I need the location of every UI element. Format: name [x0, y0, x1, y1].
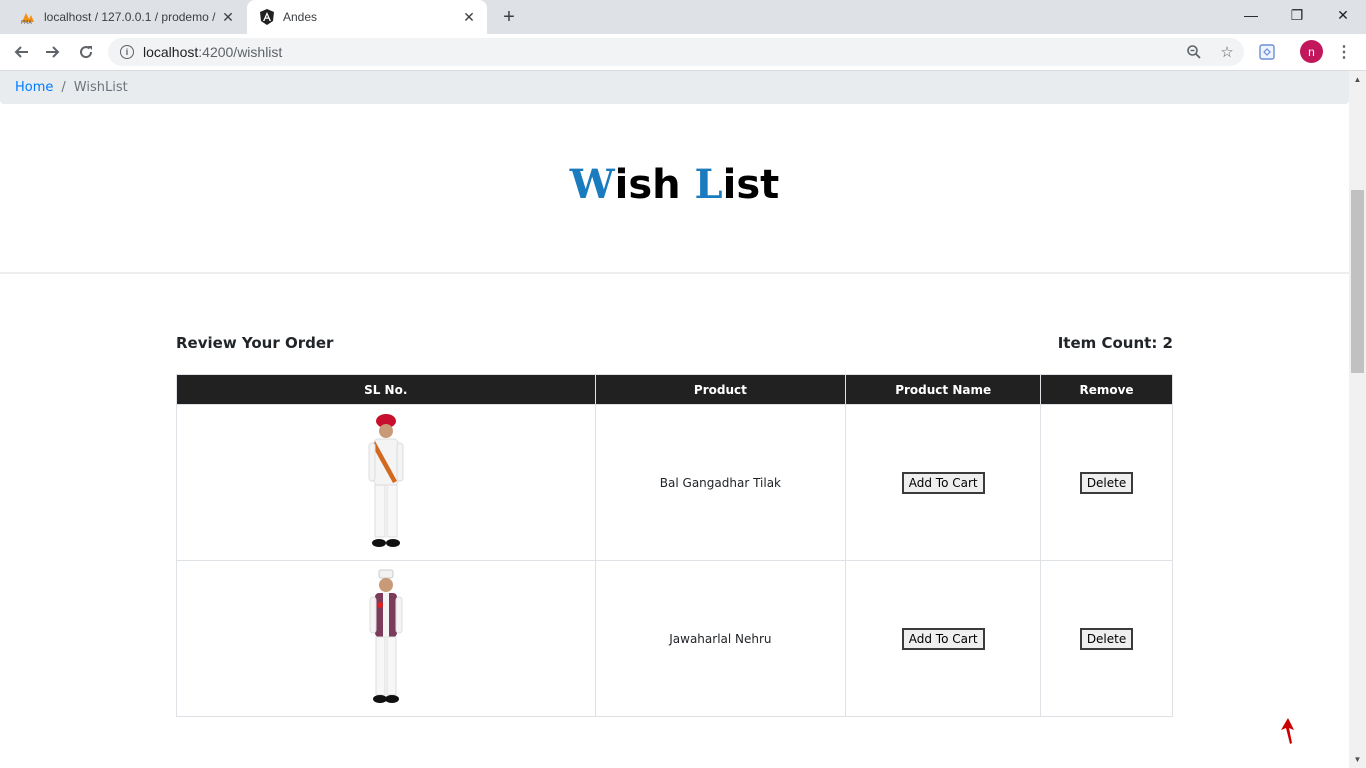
- window-close-icon[interactable]: ✕: [1320, 0, 1366, 30]
- tab-title: Andes: [283, 10, 318, 24]
- reload-icon[interactable]: [73, 39, 99, 65]
- profile-avatar[interactable]: n: [1300, 40, 1323, 63]
- back-icon[interactable]: [8, 39, 34, 65]
- add-to-cart-button[interactable]: Add To Cart: [901, 627, 985, 650]
- breadcrumb-home-link[interactable]: Home: [15, 80, 53, 95]
- breadcrumb: Home / WishList: [0, 71, 1349, 104]
- title-word-rest: ish: [614, 162, 695, 208]
- delete-button[interactable]: Delete: [1079, 627, 1134, 650]
- new-tab-icon[interactable]: +: [498, 6, 520, 28]
- info-icon[interactable]: i: [120, 45, 134, 59]
- title-word-rest: ist: [722, 162, 780, 208]
- column-header: Product Name: [845, 374, 1042, 405]
- remove-cell: Delete: [1040, 404, 1173, 561]
- tab-strip: PMA localhost / 127.0.0.1 / prodemo / ✕ …: [0, 0, 1366, 34]
- delete-button[interactable]: Delete: [1079, 471, 1134, 494]
- vertical-scrollbar[interactable]: ▲ ▼: [1349, 71, 1366, 768]
- product-name-cell: Bal Gangadhar Tilak: [594, 404, 847, 561]
- breadcrumb-separator: /: [61, 80, 66, 95]
- section-divider: [0, 272, 1349, 274]
- product-image-cell: [176, 404, 596, 561]
- restore-icon[interactable]: ❐: [1274, 0, 1320, 30]
- forward-icon[interactable]: [40, 39, 66, 65]
- review-order-title: Review Your Order: [176, 334, 334, 352]
- item-count: Item Count: 2: [1057, 334, 1173, 352]
- column-header: Product: [594, 374, 847, 405]
- title-initial-l: L: [694, 161, 723, 208]
- column-header: SL No.: [176, 374, 596, 405]
- table-row: Jawaharlal Nehru Add To Cart Delete: [176, 560, 1173, 717]
- column-header: Remove: [1040, 374, 1173, 405]
- url-path: :4200/wishlist: [198, 44, 283, 60]
- zoom-icon[interactable]: [1183, 41, 1205, 63]
- scroll-to-top-arrow-icon[interactable]: [1278, 716, 1298, 746]
- browser-toolbar: i localhost:4200/wishlist ☆: [0, 34, 1366, 71]
- tab-title: localhost / 127.0.0.1 / prodemo /: [44, 10, 216, 24]
- menu-kebab-icon[interactable]: ⋮: [1336, 41, 1352, 63]
- close-icon[interactable]: ✕: [459, 7, 479, 27]
- tab-andes[interactable]: Andes ✕: [247, 0, 487, 34]
- address-bar[interactable]: i localhost:4200/wishlist ☆: [108, 38, 1244, 66]
- angular-icon: [259, 9, 275, 25]
- page-viewport: Home / WishList Wish List Review Your Or…: [0, 71, 1349, 768]
- child-costume-tilak-image[interactable]: [361, 411, 411, 554]
- add-to-cart-cell: Add To Cart: [845, 560, 1042, 717]
- tab-phpmyadmin[interactable]: PMA localhost / 127.0.0.1 / prodemo / ✕: [8, 0, 246, 34]
- scrollbar-thumb[interactable]: [1351, 190, 1364, 373]
- scroll-up-arrow-icon[interactable]: ▲: [1349, 71, 1366, 88]
- remove-cell: Delete: [1040, 560, 1173, 717]
- table-header-row: SL No. Product Product Name Remove: [176, 374, 1173, 405]
- breadcrumb-current: WishList: [73, 80, 128, 95]
- bookmark-star-icon[interactable]: ☆: [1216, 41, 1238, 63]
- scroll-down-arrow-icon[interactable]: ▼: [1349, 751, 1366, 768]
- url-text: localhost:4200/wishlist: [143, 44, 282, 60]
- title-initial-w: W: [569, 161, 615, 208]
- close-icon[interactable]: ✕: [218, 7, 238, 27]
- page-title: Wish List: [0, 161, 1349, 208]
- phpmyadmin-icon: PMA: [20, 9, 36, 26]
- add-to-cart-cell: Add To Cart: [845, 404, 1042, 561]
- child-costume-nehru-image[interactable]: [361, 567, 411, 710]
- url-host: localhost: [143, 44, 199, 60]
- product-name-cell: Jawaharlal Nehru: [594, 560, 847, 717]
- product-image-cell: [176, 560, 596, 717]
- extension-icon[interactable]: [1256, 41, 1278, 63]
- table-row: Bal Gangadhar Tilak Add To Cart Delete: [176, 404, 1173, 561]
- minimize-icon[interactable]: —: [1228, 0, 1274, 30]
- add-to-cart-button[interactable]: Add To Cart: [901, 471, 985, 494]
- svg-text:PMA: PMA: [21, 20, 32, 25]
- wishlist-table: SL No. Product Product Name Remove Bal G…: [176, 374, 1173, 717]
